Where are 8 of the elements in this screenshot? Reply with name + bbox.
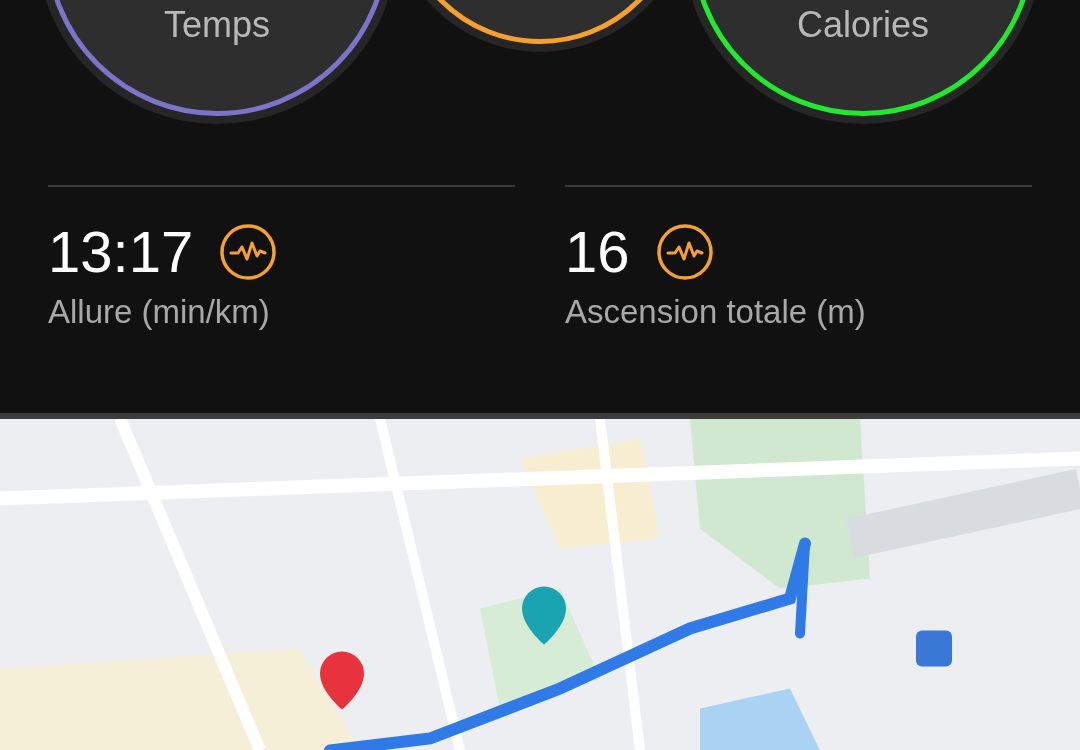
activity-icon [655, 223, 714, 281]
ring-label: Temps [164, 7, 270, 43]
stat-value: 16 [565, 223, 630, 281]
ring-label: Calories [796, 7, 929, 43]
stat-label: Allure (min/km) [48, 295, 271, 328]
stat-label: Ascension totale (m) [565, 295, 867, 328]
activity-icon [219, 223, 278, 281]
stat-value: 13:17 [48, 223, 194, 281]
